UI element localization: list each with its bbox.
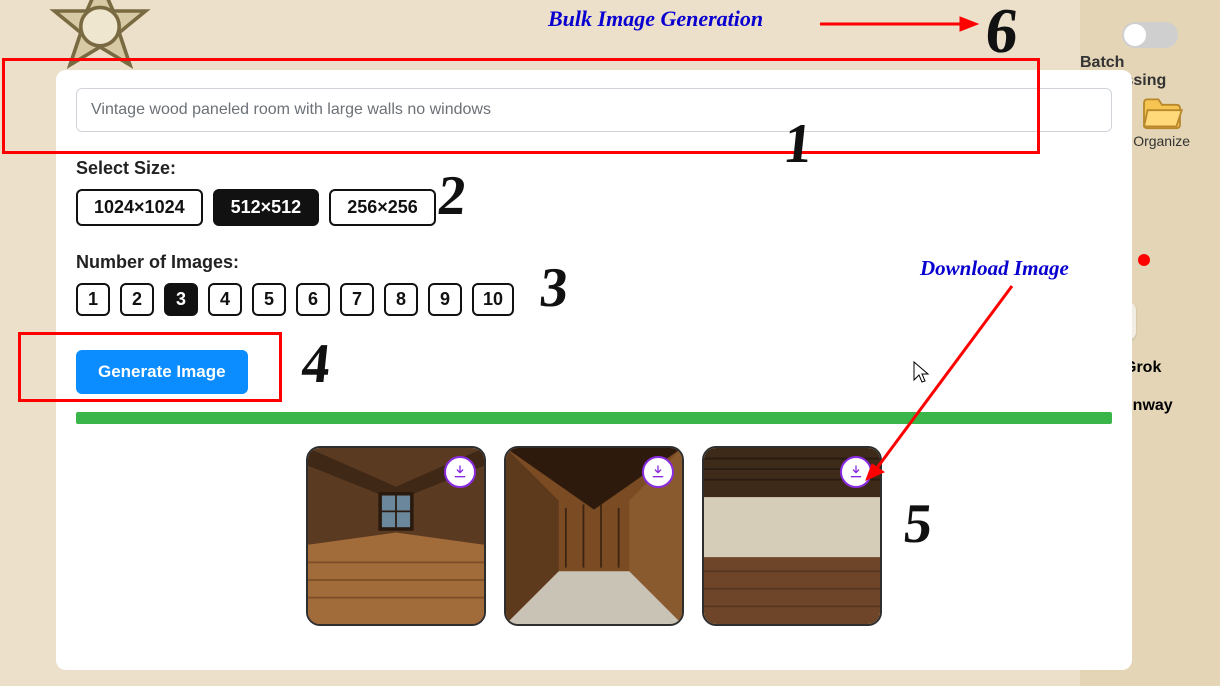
generate-button[interactable]: Generate Image	[76, 350, 248, 394]
count-3[interactable]: 3	[164, 283, 198, 316]
result-thumb-1[interactable]	[306, 446, 486, 626]
count-10[interactable]: 10	[472, 283, 514, 316]
size-label: Select Size:	[76, 158, 1112, 179]
count-2[interactable]: 2	[120, 283, 154, 316]
count-7[interactable]: 7	[340, 283, 374, 316]
annotation-number-6: 6	[982, 0, 1022, 68]
annotation-download-label: Download Image	[920, 256, 1069, 281]
result-thumb-3[interactable]	[702, 446, 882, 626]
organize-button[interactable]: Organize	[1133, 94, 1190, 149]
size-options: 1024×1024 512×512 256×256	[76, 189, 1112, 226]
size-256[interactable]: 256×256	[329, 189, 436, 226]
organize-label: Organize	[1133, 133, 1190, 149]
annotation-bulk-title: Bulk Image Generation	[548, 6, 763, 32]
prompt-input[interactable]	[76, 88, 1112, 132]
download-button-2[interactable]	[642, 456, 674, 488]
count-6[interactable]: 6	[296, 283, 330, 316]
cursor-icon	[912, 360, 930, 384]
size-1024[interactable]: 1024×1024	[76, 189, 203, 226]
size-512[interactable]: 512×512	[213, 189, 320, 226]
folder-open-icon	[1140, 94, 1184, 130]
download-icon	[650, 464, 666, 480]
count-8[interactable]: 8	[384, 283, 418, 316]
download-button-1[interactable]	[444, 456, 476, 488]
annotation-arrow-top	[820, 12, 980, 36]
result-thumb-2[interactable]	[504, 446, 684, 626]
count-5[interactable]: 5	[252, 283, 286, 316]
count-9[interactable]: 9	[428, 283, 462, 316]
count-1[interactable]: 1	[76, 283, 110, 316]
batch-toggle[interactable]	[1122, 22, 1178, 48]
download-icon	[452, 464, 468, 480]
annotation-arrow-download	[862, 280, 1022, 490]
count-4[interactable]: 4	[208, 283, 242, 316]
